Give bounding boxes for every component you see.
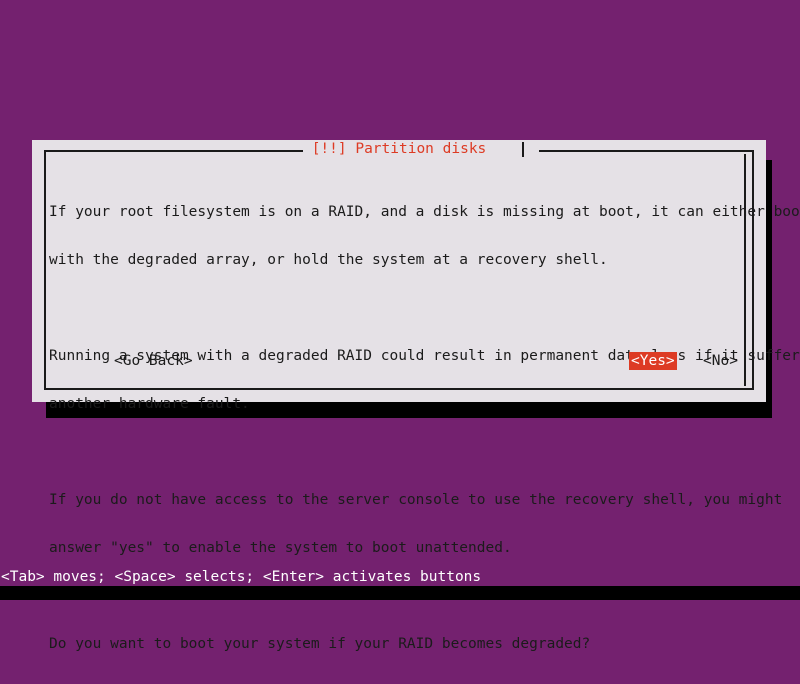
dialog-body: If your root filesystem is on a RAID, an… [49,172,800,684]
yes-button[interactable]: <Yes> [629,352,677,370]
title-rule-cap-right [522,142,524,157]
paragraph-2: Running a system with a degraded RAID co… [49,316,800,444]
dialog-title: [!!] Partition disks [302,140,496,158]
installer-screen: [!!] Partition disks If your root filesy… [0,0,800,652]
paragraph-1: If your root filesystem is on a RAID, an… [49,172,800,300]
paragraph-2-line-2: another hardware fault. [49,396,250,412]
paragraph-1-line-2: with the degraded array, or hold the sys… [49,252,608,268]
dialog-button-row: <Go Back> <Yes> <No> [49,352,744,370]
paragraph-1-line-1: If your root filesystem is on a RAID, an… [49,204,800,220]
go-back-button[interactable]: <Go Back> [112,352,195,370]
partition-disks-dialog: [!!] Partition disks If your root filesy… [32,140,800,652]
no-button[interactable]: <No> [701,352,740,370]
question-line: Do you want to boot your system if your … [49,636,591,652]
paragraph-3-line-2: answer "yes" to enable the system to boo… [49,540,512,556]
paragraph-3: If you do not have access to the server … [49,460,783,588]
question-paragraph: Do you want to boot your system if your … [49,604,744,684]
paragraph-3-line-1: If you do not have access to the server … [49,492,783,508]
